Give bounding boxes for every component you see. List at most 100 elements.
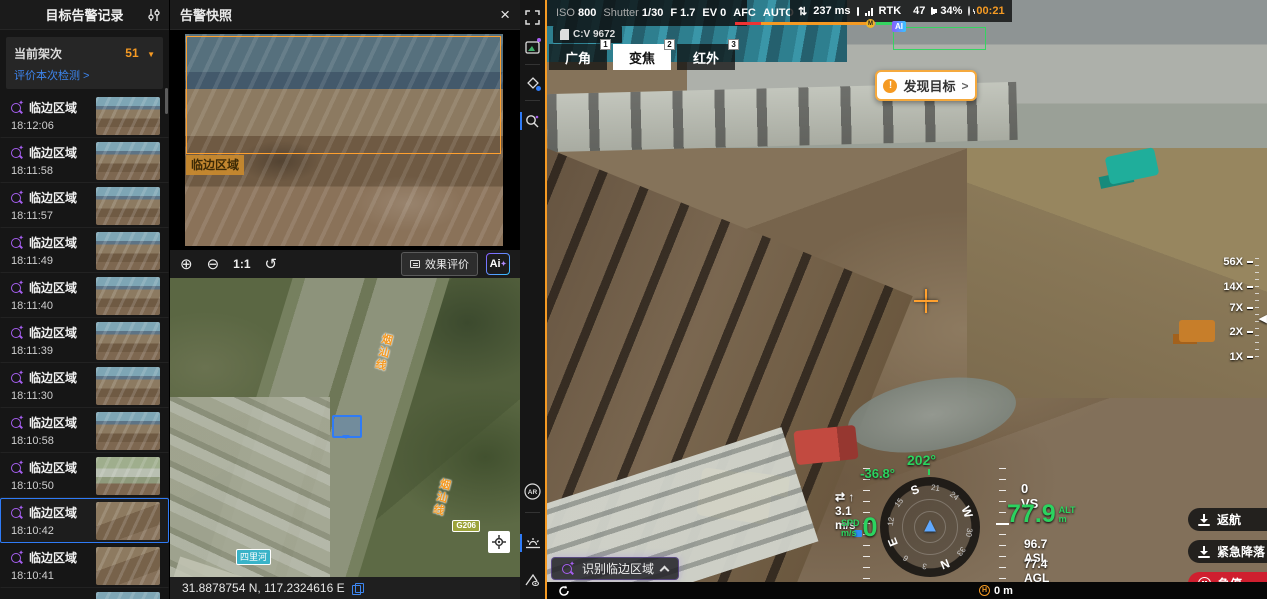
alarm-time: 18:12:06 <box>11 120 77 132</box>
return-home-icon <box>1198 514 1210 526</box>
zoom-level-7X[interactable]: 7X <box>1230 302 1253 314</box>
list-item[interactable]: ✦ 临边区域 18:11:57 <box>0 183 169 228</box>
list-item[interactable]: ✦ 临边区域 18:11:30 <box>0 363 169 408</box>
copy-icon[interactable] <box>352 583 362 594</box>
recognize-area-pill[interactable]: ✦ 识别临边区域 <box>551 557 679 580</box>
zoom-in-icon[interactable]: ⊕ <box>180 257 193 272</box>
tab-infrared[interactable]: 红外3 <box>677 44 735 70</box>
zoom-level-2X[interactable]: 2X <box>1230 326 1253 338</box>
alarm-thumbnail[interactable] <box>96 277 160 315</box>
evaluate-detection-link[interactable]: 评价本次检测 > <box>14 67 155 83</box>
ai-recognition-icon[interactable] <box>520 108 545 134</box>
alarm-thumbnail[interactable] <box>96 232 160 270</box>
alarm-list: ✦ 临边区域 18:12:06 ✦ 临边区域 18:11:58 ✦ <box>0 93 169 599</box>
alarm-label: 临边区域 <box>29 234 77 251</box>
screen-icon[interactable] <box>857 7 859 16</box>
refresh-icon[interactable] <box>558 585 570 597</box>
batch-dropdown[interactable]: 51 ▼ <box>125 44 155 62</box>
badge-dot <box>536 86 541 91</box>
heading-value: 202° <box>907 452 936 468</box>
zoom-out-icon[interactable]: ⊖ <box>207 257 220 272</box>
satellite-count: 47 <box>913 5 925 17</box>
alarm-time: 18:11:40 <box>11 300 77 312</box>
ai-detection-box: AI <box>893 27 986 50</box>
ai-badge: AI <box>892 21 906 32</box>
bbox-label: 临边区域 <box>186 155 244 175</box>
emergency-land-button[interactable]: 紧急降落 <box>1188 540 1267 563</box>
tab-wide-angle[interactable]: 广角1 <box>549 44 607 70</box>
filter-icon[interactable] <box>147 8 161 22</box>
zoom-scale-ruler[interactable]: ◀ 56X14X7X2X1X <box>1219 252 1267 367</box>
status-bar: ⇅ 237 ms RTK 47 34% 00:21 <box>790 0 1012 22</box>
alarm-thumbnail[interactable] <box>96 457 160 495</box>
map-area-marker[interactable] <box>332 415 362 438</box>
media-gallery-icon[interactable] <box>520 34 545 60</box>
snapshot-viewer[interactable]: 临边区域 <box>170 30 520 250</box>
alarm-label: 临边区域 <box>29 189 77 206</box>
alarm-time: 18:10:41 <box>11 570 77 582</box>
return-home-button[interactable]: 返航 <box>1188 508 1267 531</box>
list-item[interactable]: ✦ 临边区域 18:11:49 <box>0 228 169 273</box>
zoom-ratio-button[interactable]: 1:1 <box>233 257 250 271</box>
signal-icon <box>865 7 873 16</box>
alarm-search-icon: ✦ <box>11 236 24 249</box>
alarm-sidebar: 目标告警记录 当前架次 51 ▼ 评价本次检测 > ✦ <box>0 0 170 599</box>
alarm-search-icon: ✦ <box>11 101 24 114</box>
strip-red <box>735 22 761 25</box>
list-item[interactable]: ✦ 临边区域 18:10:58 <box>0 408 169 453</box>
alarm-search-icon: ✦ <box>11 191 24 204</box>
alarm-thumbnail[interactable] <box>96 142 160 180</box>
alarm-label: 临边区域 <box>29 414 77 431</box>
latency-icon: ⇅ <box>798 5 807 18</box>
list-item[interactable]: ✦ 临边区域 18:11:40 <box>0 273 169 318</box>
map-river-badge: 四里河 <box>236 549 271 565</box>
alarm-thumbnail[interactable] <box>96 502 160 540</box>
snapshot-title: 告警快照 <box>180 5 232 24</box>
map-view[interactable]: 烟汕线 烟汕线 四里河 G206 <box>170 278 520 577</box>
alarm-time: 18:11:49 <box>11 255 77 267</box>
alarm-label: 临边区域 <box>29 369 77 386</box>
rotate-reset-icon[interactable]: ↺ <box>265 257 278 272</box>
ai-enhance-button[interactable]: Ai✦ <box>486 253 510 275</box>
zoom-level-1X[interactable]: 1X <box>1230 351 1253 363</box>
viewer-toolbar: ⊕ ⊖ 1:1 ↺ 效果评价 Ai✦ <box>170 250 520 278</box>
list-item[interactable]: ✦ 临边区域 18:10:42 <box>0 498 169 543</box>
alarm-thumbnail[interactable] <box>96 322 160 360</box>
strip-orange <box>761 22 869 25</box>
alarm-label: 临边区域 <box>29 144 77 161</box>
alarm-thumbnail[interactable] <box>96 412 160 450</box>
list-item[interactable]: ✦ 临边区域 18:12:06 <box>0 93 169 138</box>
flight-timer: 00:21 <box>976 5 1004 17</box>
sidebar-scrollbar[interactable] <box>165 88 168 114</box>
detection-bbox <box>186 36 501 154</box>
list-item[interactable]: ✦ 临边区域 <box>0 588 169 599</box>
alarm-thumbnail[interactable] <box>96 97 160 135</box>
waypoint-icon[interactable] <box>520 70 545 96</box>
zoom-level-14X[interactable]: 14X <box>1223 281 1253 293</box>
list-item[interactable]: ✦ 临边区域 18:11:58 <box>0 138 169 183</box>
alarm-thumbnail[interactable] <box>96 592 160 599</box>
measure-icon[interactable] <box>520 566 545 592</box>
horizon-display-icon[interactable] <box>520 530 545 556</box>
alarm-thumbnail[interactable] <box>96 367 160 405</box>
map-route-badge: G206 <box>452 520 480 532</box>
snapshot-header: 告警快照 × <box>170 0 520 30</box>
tab-zoom[interactable]: 变焦2 <box>613 44 671 70</box>
side-toolbar: AR <box>520 0 545 599</box>
alarm-thumbnail[interactable] <box>96 547 160 585</box>
target-found-button[interactable]: ! 发现目标 > <box>875 70 977 101</box>
home-distance: H 0 m <box>979 585 1013 597</box>
chevron-up-icon <box>660 565 670 575</box>
effect-evaluate-button[interactable]: 效果评价 <box>401 252 478 276</box>
list-item[interactable]: ✦ 临边区域 18:10:41 <box>0 543 169 588</box>
close-icon[interactable]: × <box>500 6 510 23</box>
locate-button[interactable] <box>488 531 510 553</box>
layout-grid-icon[interactable] <box>520 4 545 30</box>
list-item[interactable]: ✦ 临边区域 18:10:50 <box>0 453 169 498</box>
current-batch-panel: 当前架次 51 ▼ 评价本次检测 > <box>6 37 163 89</box>
list-item[interactable]: ✦ 临边区域 18:11:39 <box>0 318 169 363</box>
alarm-time: 18:11:58 <box>11 165 77 177</box>
zoom-level-56X[interactable]: 56X <box>1223 256 1253 268</box>
alarm-thumbnail[interactable] <box>96 187 160 225</box>
ar-icon[interactable]: AR <box>520 478 545 504</box>
